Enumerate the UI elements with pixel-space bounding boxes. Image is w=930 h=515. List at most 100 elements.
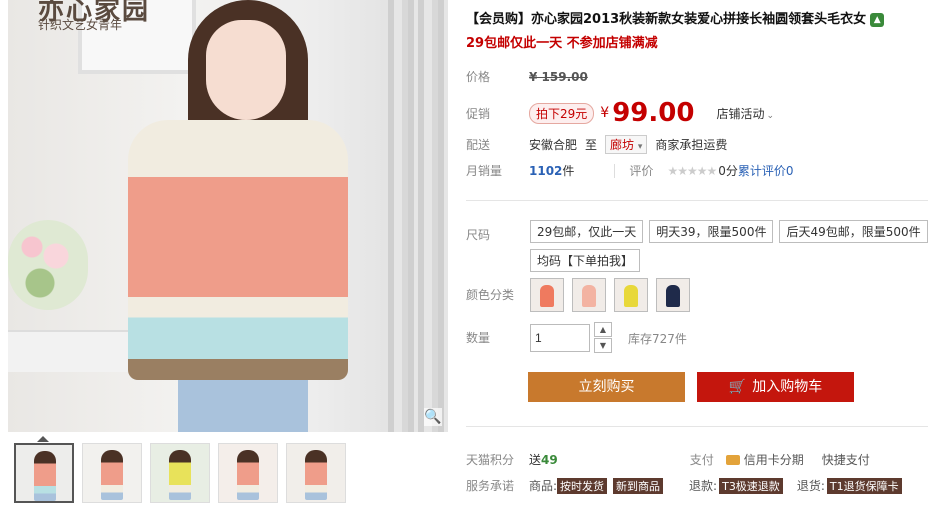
promo-price: 99.00 xyxy=(612,98,695,128)
decrease-icon[interactable]: ▼ xyxy=(594,338,612,353)
color-swatch-light-pink[interactable] xyxy=(572,278,606,312)
quantity-stepper: ▲ ▼ xyxy=(594,322,612,354)
price-label: 价格 xyxy=(466,70,491,84)
review-count-link[interactable]: 累计评价0 xyxy=(738,162,794,179)
quantity-control: ▲ ▼ 库存727件 xyxy=(530,322,687,354)
section-divider xyxy=(466,200,928,201)
swatch-figure xyxy=(540,285,554,307)
quantity-label: 数量 xyxy=(466,331,491,345)
fast-refund-tag[interactable]: T3极速退款 xyxy=(719,477,783,494)
color-swatch-yellow[interactable] xyxy=(614,278,648,312)
product-title: 【会员购】亦心家园2013秋装新款女装爱心拼接长袖圆领套头毛衣女 ▲ xyxy=(466,8,926,27)
sales-count: 1102 xyxy=(529,163,563,178)
ship-to-word: 至 xyxy=(585,138,598,152)
brand-tagline: 针织文艺女青年 xyxy=(38,18,123,32)
main-product-image[interactable]: 亦心家园 针织文艺女青年 🔍 xyxy=(8,0,448,432)
flower-vase xyxy=(8,220,88,310)
promo-badge: 拍下29元 xyxy=(529,102,595,124)
thumbnail-1[interactable] xyxy=(14,443,74,503)
quick-pay: 快捷支付 xyxy=(821,453,870,467)
color-swatches xyxy=(530,278,690,312)
service-row: 服务承诺 商品: 按时发货 新到商品 退款: T3极速退款 退货: T1退货保障… xyxy=(466,477,908,494)
thumb-model xyxy=(101,450,123,500)
promo-label: 促销 xyxy=(466,106,491,121)
original-price: ¥ 159.00 xyxy=(529,69,588,84)
refund-prefix: 退款: xyxy=(689,479,718,493)
cart-icon: 🛒 xyxy=(728,379,747,395)
product-title-text: 【会员购】亦心家园2013秋装新款女装爱心拼接长袖圆领套头毛衣女 xyxy=(466,12,867,27)
currency-symbol: ¥ xyxy=(600,105,610,121)
thumb-model xyxy=(34,451,56,501)
increase-icon[interactable]: ▲ xyxy=(594,322,612,337)
quantity-input[interactable] xyxy=(530,324,590,352)
swatch-figure xyxy=(624,285,638,307)
zoom-icon[interactable]: 🔍 xyxy=(424,408,442,426)
swatch-figure xyxy=(666,285,680,307)
tmall-cat-icon: ▲ xyxy=(870,12,885,27)
shipping-label: 配送 xyxy=(466,138,491,152)
thumbnail-strip xyxy=(14,443,346,503)
thumbnail-3[interactable] xyxy=(150,443,210,503)
credit-card-icon xyxy=(725,454,740,465)
size-option[interactable]: 29包邮，仅此一天 xyxy=(530,220,644,243)
sales-label: 月销量 xyxy=(466,164,503,178)
thumb-model xyxy=(237,450,259,500)
on-time-shipping-tag[interactable]: 按时发货 xyxy=(557,477,608,494)
color-label-row: 颜色分类 xyxy=(466,286,529,303)
color-label: 颜色分类 xyxy=(466,288,515,302)
new-arrival-tag[interactable]: 新到商品 xyxy=(613,477,664,494)
size-option[interactable]: 后天49包邮，限量500件 xyxy=(779,220,928,243)
thumb-pointer xyxy=(37,436,49,442)
background-curtain xyxy=(418,0,448,432)
rating-score: 0分 xyxy=(718,164,738,178)
model-figure xyxy=(118,0,358,432)
section-divider xyxy=(466,426,928,427)
thumb-model xyxy=(169,450,191,500)
model-face xyxy=(206,20,286,120)
size-label: 尺码 xyxy=(466,228,491,242)
thumbnail-5[interactable] xyxy=(286,443,346,503)
swatch-figure xyxy=(582,285,596,307)
rating-stars: ★★★★★ xyxy=(667,163,717,178)
points-prefix: 送 xyxy=(529,453,542,467)
model-jeans xyxy=(178,380,308,432)
color-swatch-pink[interactable] xyxy=(530,278,564,312)
promo-subtitle: 29包邮仅此一天 不参加店铺满减 xyxy=(466,36,658,51)
price-row: 价格 ¥ 159.00 xyxy=(466,68,588,85)
model-sweater xyxy=(128,120,348,380)
thumbnail-2[interactable] xyxy=(82,443,142,503)
stock-count: 库存727件 xyxy=(628,331,687,346)
promo-row: 促销 拍下29元 ¥ 99.00 店铺活动 ⌄ xyxy=(466,98,774,128)
chevron-down-icon: ⌄ xyxy=(766,110,775,121)
destination-value: 廊坊 xyxy=(610,138,635,152)
store-activity-label: 店铺活动 xyxy=(716,106,765,121)
size-label-row: 尺码 xyxy=(466,226,529,243)
rating-label: 评价 xyxy=(629,164,654,178)
divider xyxy=(614,163,616,178)
add-to-cart-button[interactable]: 🛒 加入购物车 xyxy=(697,372,854,402)
payment-label: 支付 xyxy=(689,453,714,467)
product-gallery: 亦心家园 针织文艺女青年 🔍 xyxy=(0,0,450,515)
goods-prefix: 商品: xyxy=(529,479,558,493)
size-options: 29包邮，仅此一天 明天39，限量500件 后天49包邮，限量500件 均码【下… xyxy=(530,220,930,272)
service-label: 服务承诺 xyxy=(466,479,515,493)
store-activity-dropdown[interactable]: 店铺活动 ⌄ xyxy=(716,105,774,122)
add-to-cart-label: 加入购物车 xyxy=(752,379,823,395)
thumb-model xyxy=(305,450,327,500)
quantity-label-row: 数量 xyxy=(466,329,529,346)
ship-from: 安徽合肥 xyxy=(529,138,578,152)
sales-unit: 件 xyxy=(562,164,575,178)
destination-select[interactable]: 廊坊 ▾ xyxy=(605,135,648,154)
caret-down-icon: ▾ xyxy=(637,142,643,152)
return-guarantee-tag[interactable]: T1退货保障卡 xyxy=(826,477,902,494)
buy-now-button[interactable]: 立刻购买 xyxy=(528,372,685,402)
color-swatch-navy[interactable] xyxy=(656,278,690,312)
size-option[interactable]: 明天39，限量500件 xyxy=(649,220,774,243)
return-prefix: 退货: xyxy=(796,479,825,493)
points-row: 天猫积分 送 49 支付 信用卡分期 快捷支付 xyxy=(466,451,870,468)
size-option[interactable]: 均码【下单拍我】 xyxy=(530,249,641,272)
thumbnail-4[interactable] xyxy=(218,443,278,503)
points-value: 49 xyxy=(541,452,558,467)
shipping-fee: 商家承担运费 xyxy=(655,138,728,152)
credit-installment: 信用卡分期 xyxy=(743,453,804,467)
